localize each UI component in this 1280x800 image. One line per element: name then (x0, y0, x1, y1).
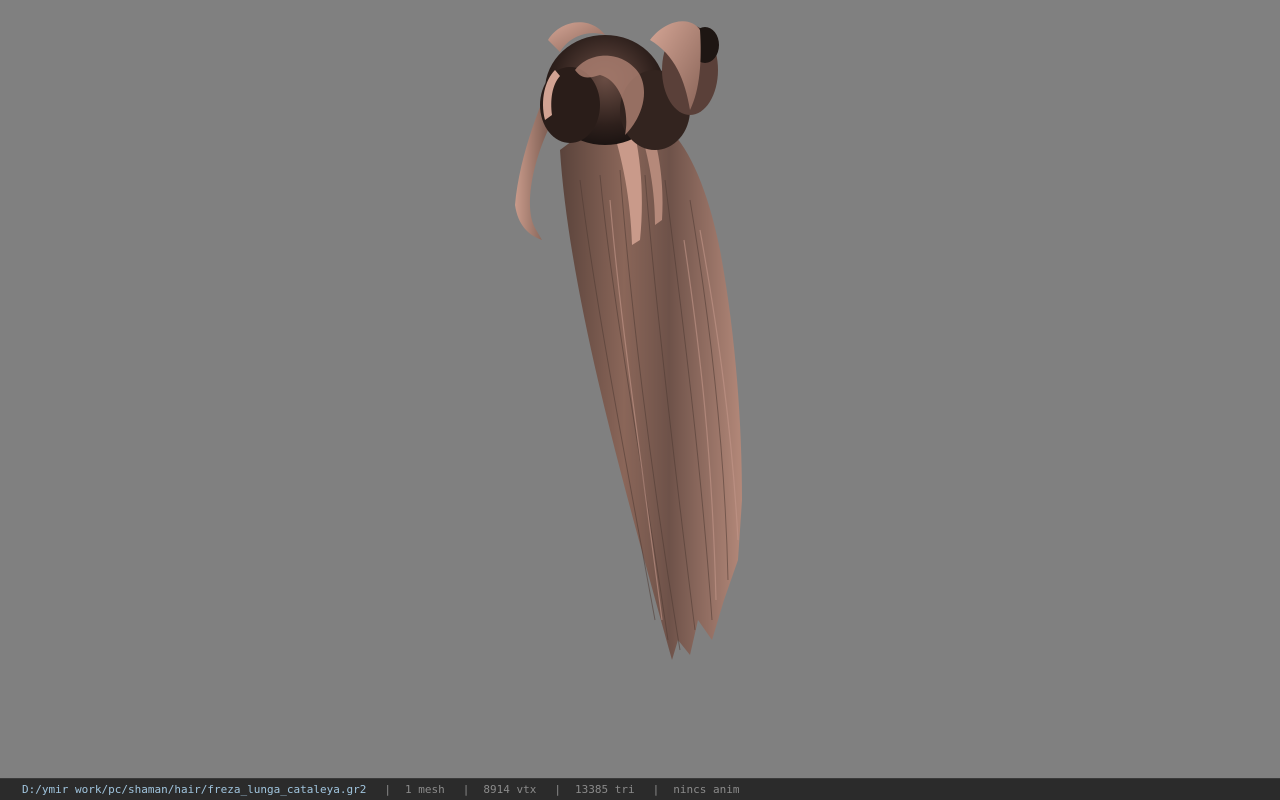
mesh-count: 1 mesh (405, 783, 445, 796)
separator: | (384, 783, 391, 796)
3d-viewport[interactable] (0, 0, 1280, 778)
separator: | (652, 783, 660, 796)
separator: | (554, 783, 561, 796)
hair-model (515, 21, 742, 660)
triangle-count: 13385 tri (574, 783, 635, 796)
vertex-count: 8914 vtx (483, 783, 537, 796)
file-path: D:/ymir work/pc/shaman/hair/freza_lunga_… (22, 783, 367, 796)
separator: | (462, 783, 470, 796)
status-bar: D:/ymir work/pc/shaman/hair/freza_lunga_… (0, 778, 1280, 800)
anim-status: nincs anim (673, 783, 740, 796)
